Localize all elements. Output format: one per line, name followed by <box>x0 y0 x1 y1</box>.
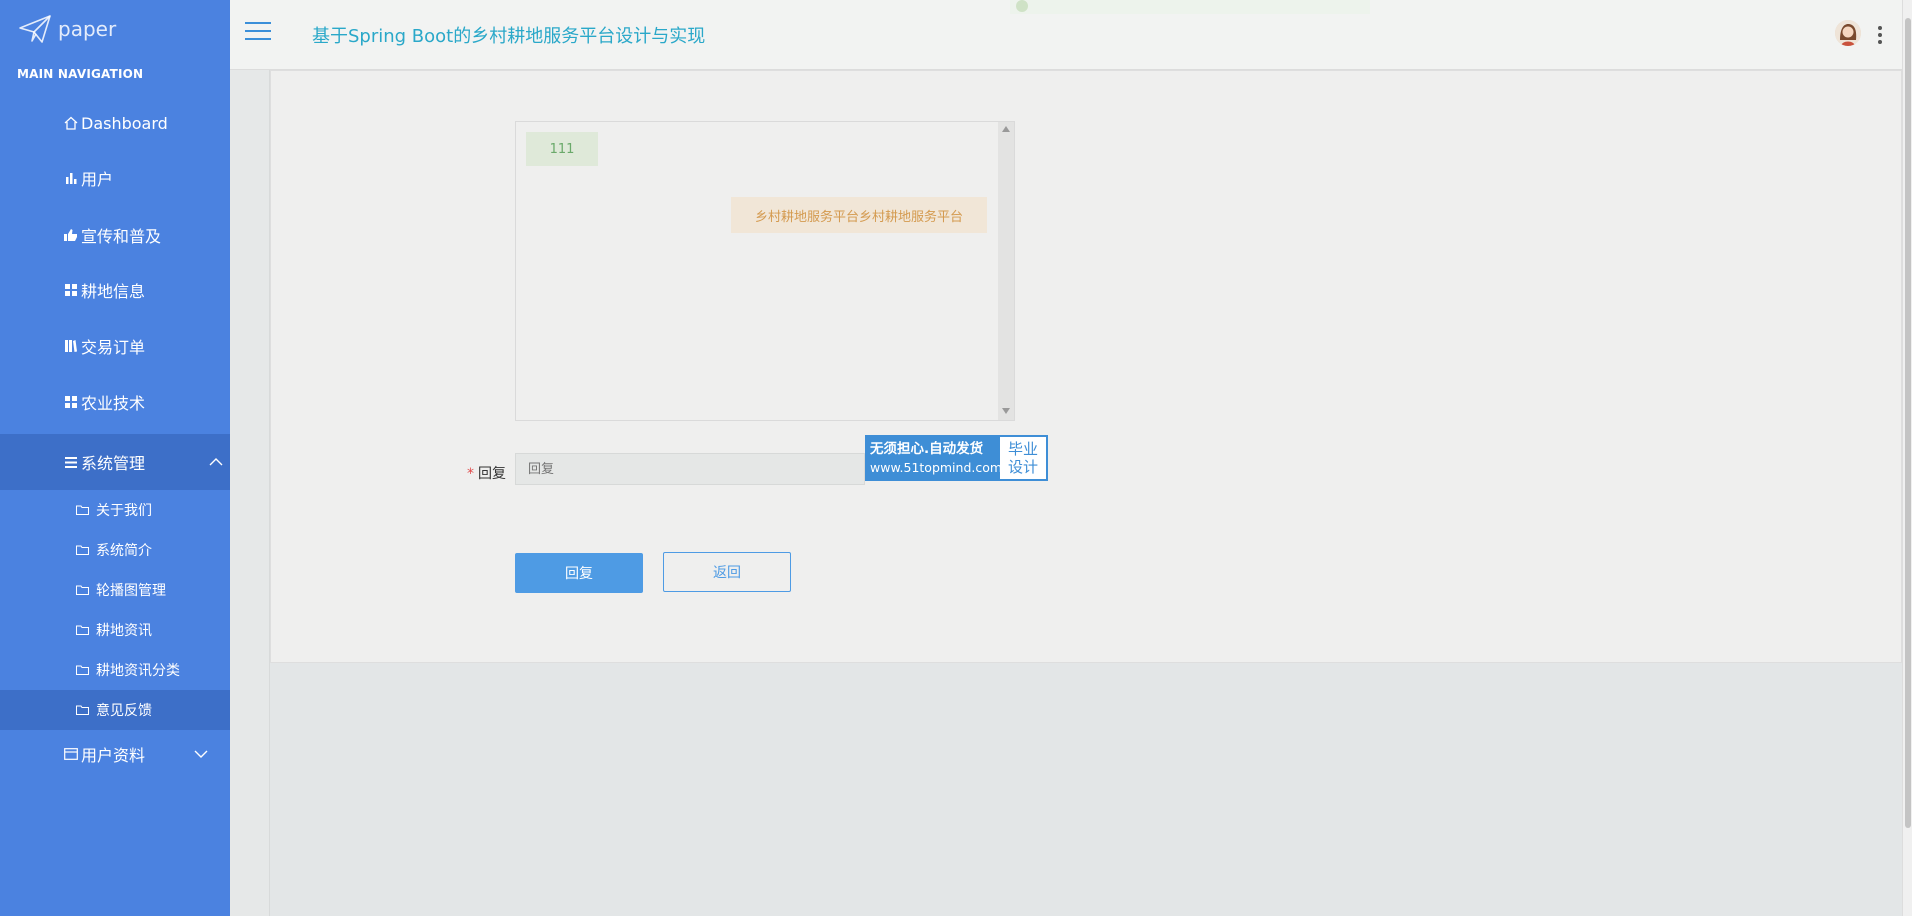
sidebar-subitem-label: 意见反馈 <box>96 703 152 719</box>
reply-label-text: 回复 <box>478 466 506 482</box>
brand-name: paper <box>58 17 117 41</box>
sidebar-item-system-management[interactable]: 系统管理 <box>0 434 263 490</box>
reply-field-label: * 回复 <box>467 463 506 483</box>
sidebar-item-agri-tech[interactable]: 农业技术 <box>0 374 230 430</box>
top-header: 基于Spring Boot的乡村耕地服务平台设计与实现 <box>230 0 1912 70</box>
folder-icon <box>76 545 90 555</box>
home-icon <box>63 116 78 130</box>
chat-message-left: 111 <box>526 132 598 166</box>
menu-toggle-icon[interactable] <box>245 22 271 42</box>
promo-right-line1: 毕业 <box>1007 440 1038 458</box>
thumbs-up-icon <box>63 229 78 241</box>
sidebar-subitem-label: 耕地资讯分类 <box>96 663 180 679</box>
sidebar-item-user-profile[interactable]: 用户资料 <box>0 726 230 782</box>
reply-button[interactable]: 回复 <box>515 553 643 593</box>
sidebar-item-label: 交易订单 <box>81 338 146 357</box>
promo-line1: 无须担心.自动发货 <box>870 441 984 457</box>
sidebar-item-label: 宣传和普及 <box>81 227 162 246</box>
content-gutter <box>230 70 270 916</box>
brand-logo[interactable]: paper <box>18 14 116 44</box>
scroll-up-icon[interactable] <box>1002 126 1010 132</box>
sidebar-item-publicity[interactable]: 宣传和普及 <box>0 207 230 263</box>
sidebar-subitem-farmland-news[interactable]: 耕地资讯 <box>0 610 230 650</box>
sidebar-subitem-label: 系统简介 <box>96 543 152 559</box>
sidebar-item-dashboard[interactable]: Dashboard <box>0 95 230 151</box>
grid-icon <box>63 396 78 408</box>
chevron-up-icon <box>209 452 223 471</box>
book-icon <box>63 340 78 352</box>
nav-header: MAIN NAVIGATION <box>17 67 144 81</box>
sidebar-item-orders[interactable]: 交易订单 <box>0 318 230 374</box>
scroll-down-icon[interactable] <box>1002 408 1010 414</box>
page-scrollbar[interactable] <box>1902 0 1912 916</box>
sidebar-subitem-feedback[interactable]: 意见反馈 <box>0 690 250 730</box>
sidebar-subitem-system-intro[interactable]: 系统简介 <box>0 530 230 570</box>
sidebar-subitem-label: 轮播图管理 <box>96 583 166 599</box>
sidebar-subitem-carousel[interactable]: 轮播图管理 <box>0 570 230 610</box>
chat-message-right: 乡村耕地服务平台乡村耕地服务平台 <box>731 197 987 233</box>
folder-icon <box>76 505 90 515</box>
grid-icon <box>63 284 78 296</box>
card-icon <box>63 748 78 760</box>
sidebar: paper MAIN NAVIGATION Dashboard 用户 宣传和普及… <box>0 0 263 916</box>
promo-watermark: 无须担心.自动发货 www.51topmind.com 毕业 设计 <box>865 435 1048 481</box>
folder-icon <box>76 705 90 715</box>
promo-right-line2: 设计 <box>1007 458 1038 476</box>
folder-icon <box>76 625 90 635</box>
chevron-down-icon <box>194 744 208 763</box>
sidebar-item-label: Dashboard <box>81 113 168 133</box>
sidebar-item-label: 耕地信息 <box>81 282 146 301</box>
sidebar-subitem-label: 关于我们 <box>96 503 152 519</box>
sidebar-item-label: 系统管理 <box>81 454 146 473</box>
sidebar-subitem-about-us[interactable]: 关于我们 <box>0 490 230 530</box>
sidebar-item-label: 用户 <box>81 170 114 189</box>
more-options-icon[interactable] <box>1878 26 1884 44</box>
feedback-reply-panel: 111 乡村耕地服务平台乡村耕地服务平台 *回复 无须担心.自动发货 www.5… <box>270 70 1902 663</box>
bar-chart-icon <box>63 172 78 184</box>
back-button[interactable]: 返回 <box>663 552 791 592</box>
sidebar-subitem-news-category[interactable]: 耕地资讯分类 <box>0 650 230 690</box>
paper-plane-icon <box>19 15 51 43</box>
sidebar-subitem-label: 耕地资讯 <box>96 623 152 639</box>
avatar[interactable] <box>1835 20 1861 46</box>
reply-input[interactable] <box>515 453 865 485</box>
folder-icon <box>76 585 90 595</box>
scrollbar-thumb[interactable] <box>1905 18 1911 828</box>
chat-history[interactable]: 111 乡村耕地服务平台乡村耕地服务平台 <box>515 121 1015 421</box>
promo-line2: www.51topmind.com <box>870 460 1003 475</box>
sidebar-item-farmland-info[interactable]: 耕地信息 <box>0 262 230 318</box>
sidebar-item-label: 用户资料 <box>81 746 146 765</box>
sidebar-item-label: 农业技术 <box>81 394 146 413</box>
page-title: 基于Spring Boot的乡村耕地服务平台设计与实现 <box>312 26 706 47</box>
list-icon <box>63 456 78 468</box>
folder-icon <box>76 665 90 675</box>
sidebar-item-users[interactable]: 用户 <box>0 150 230 206</box>
required-mark: * <box>467 466 474 482</box>
chat-scrollbar[interactable] <box>998 122 1014 420</box>
toast-notification <box>1010 0 1370 14</box>
